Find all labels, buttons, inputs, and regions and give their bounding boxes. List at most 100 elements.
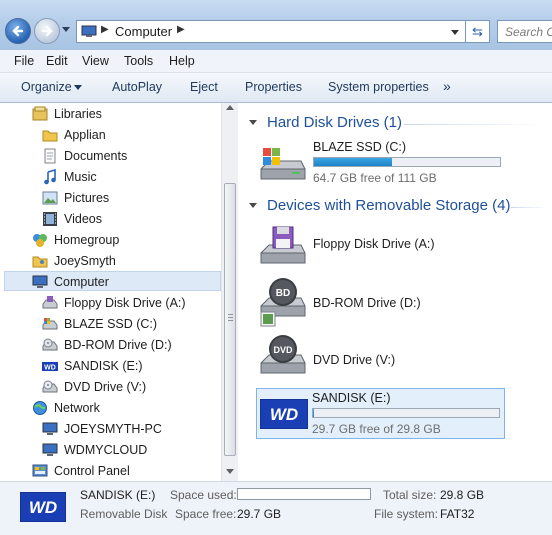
nav-item-label: Music [64, 170, 97, 184]
total-size-value: 29.8 GB [440, 488, 484, 502]
drive-tile-sandisk[interactable]: WD SANDISK (E:) 29.7 GB free of 29.8 GB [256, 388, 505, 439]
group-divider [511, 207, 547, 208]
windows-drive-icon [42, 316, 58, 332]
nav-item-label: Floppy Disk Drive (A:) [64, 296, 186, 310]
scroll-up-arrow-icon[interactable] [226, 105, 234, 110]
nav-item-applian[interactable]: Applian [42, 125, 106, 145]
nav-item-network[interactable]: Network [32, 398, 100, 418]
search-input[interactable]: Search C [497, 20, 552, 43]
chevron-down-icon[interactable] [74, 85, 82, 90]
nav-item-documents[interactable]: Documents [42, 146, 127, 166]
drive-name: BLAZE SSD (C:) [313, 140, 406, 154]
menu-edit[interactable]: Edit [46, 54, 68, 68]
nav-item-wdmycloud[interactable]: WDMYCLOUD [42, 440, 147, 460]
system-properties-button[interactable]: System properties [328, 80, 429, 94]
nav-item-sandisk[interactable]: WD SANDISK (E:) [42, 356, 143, 376]
nav-item-computer[interactable]: Computer [32, 272, 109, 292]
nav-item-control-panel[interactable]: Control Panel [32, 461, 130, 481]
nav-item-bd-rom[interactable]: BD-ROM Drive (D:) [42, 335, 172, 355]
space-free-label: Space free: [175, 507, 236, 521]
autoplay-button[interactable]: AutoPlay [112, 80, 162, 94]
details-name: SANDISK (E:) [80, 488, 155, 502]
menu-file[interactable]: File [14, 54, 34, 68]
collapse-triangle-icon[interactable] [249, 120, 257, 125]
nav-item-label: BD-ROM Drive (D:) [64, 338, 172, 352]
wd-drive-icon: WD [42, 358, 58, 374]
scrollbar-thumb[interactable] [224, 183, 236, 456]
group-header-hard-disk[interactable]: Hard Disk Drives (1) [249, 114, 402, 131]
nav-item-music[interactable]: Music [42, 167, 97, 187]
nav-scrollbar[interactable] [221, 103, 238, 481]
drive-usage-fill [314, 158, 392, 166]
group-header-removable[interactable]: Devices with Removable Storage (4) [249, 197, 510, 214]
svg-text:DVD: DVD [273, 345, 293, 355]
nav-item-dvd[interactable]: DVD Drive (V:) [42, 377, 146, 397]
breadcrumb-computer[interactable]: Computer [115, 24, 172, 39]
navigation-pane: Libraries Applian Documents Music Pictur… [0, 103, 238, 481]
organize-button[interactable]: Organize [21, 80, 72, 94]
address-box[interactable]: ▶ Computer ▶ [76, 20, 466, 43]
nav-item-label: DVD Drive (V:) [64, 380, 146, 394]
computer-icon [42, 421, 58, 437]
group-title: Hard Disk Drives (1) [267, 114, 402, 131]
floppy-drive-icon [42, 295, 58, 311]
pictures-icon [42, 190, 58, 206]
group-title: Devices with Removable Storage (4) [267, 197, 510, 214]
svg-text:WD: WD [44, 365, 56, 372]
drive-name: Floppy Disk Drive (A:) [313, 237, 435, 251]
nav-item-label: Videos [64, 212, 102, 226]
menu-help[interactable]: Help [169, 54, 195, 68]
dvd-drive-icon [42, 379, 58, 395]
nav-item-libraries[interactable]: Libraries [32, 104, 102, 124]
more-commands-button[interactable]: » [443, 78, 451, 94]
details-pane: WD SANDISK (E:) Removable Disk Space use… [0, 481, 552, 535]
nav-item-videos[interactable]: Videos [42, 209, 102, 229]
drive-tile-bd-rom[interactable]: BD BD-ROM Drive (D:) [259, 276, 529, 328]
nav-item-homegroup[interactable]: Homegroup [32, 230, 119, 250]
refresh-icon: ⇆ [472, 24, 483, 39]
refresh-button[interactable]: ⇆ [466, 20, 490, 43]
breadcrumb-separator[interactable]: ▶ [101, 24, 109, 35]
nav-item-joeysmyth[interactable]: JoeySmyth [32, 251, 116, 271]
nav-item-label: Applian [64, 128, 106, 142]
control-panel-icon [32, 463, 48, 479]
wd-drive-icon: WD [260, 399, 308, 429]
drive-name: BD-ROM Drive (D:) [313, 296, 421, 310]
eject-button[interactable]: Eject [190, 80, 218, 94]
folder-icon [42, 127, 58, 143]
properties-button[interactable]: Properties [245, 80, 302, 94]
drive-tile-floppy[interactable]: Floppy Disk Drive (A:) [259, 221, 529, 269]
collapse-triangle-icon[interactable] [249, 203, 257, 208]
wd-drive-icon: WD [20, 492, 66, 522]
drive-name: DVD Drive (V:) [313, 353, 395, 367]
breadcrumb-separator[interactable]: ▶ [177, 24, 185, 35]
nav-item-joeysmyth-pc[interactable]: JOEYSMYTH-PC [42, 419, 162, 439]
menu-view[interactable]: View [82, 54, 109, 68]
nav-item-pictures[interactable]: Pictures [42, 188, 109, 208]
svg-text:WD: WD [29, 498, 57, 517]
dvd-drive-icon: DVD [259, 333, 307, 381]
group-divider [404, 124, 544, 125]
file-system-label: File system: [374, 507, 438, 521]
drive-tile-dvd[interactable]: DVD DVD Drive (V:) [259, 333, 529, 383]
computer-icon [32, 274, 48, 290]
chevron-down-icon[interactable] [451, 30, 459, 35]
nav-item-floppy[interactable]: Floppy Disk Drive (A:) [42, 293, 186, 313]
forward-button[interactable] [34, 18, 60, 44]
computer-icon [42, 442, 58, 458]
arrow-right-icon [39, 23, 55, 39]
drive-tile-blaze-ssd[interactable]: BLAZE SSD (C:) 64.7 GB free of 111 GB [259, 139, 529, 185]
homegroup-icon [32, 232, 48, 248]
nav-item-label: Network [54, 401, 100, 415]
menu-tools[interactable]: Tools [124, 54, 153, 68]
svg-text:WD: WD [270, 405, 298, 424]
scroll-down-arrow-icon[interactable] [226, 469, 234, 474]
back-button[interactable] [5, 18, 31, 44]
computer-icon [81, 25, 97, 38]
menu-bar: File Edit View Tools Help [0, 50, 552, 73]
nav-item-blaze-ssd[interactable]: BLAZE SSD (C:) [42, 314, 157, 334]
libraries-icon [32, 106, 48, 122]
command-toolbar: Organize AutoPlay Eject Properties Syste… [0, 73, 552, 103]
recent-pages-dropdown[interactable] [62, 27, 70, 32]
documents-icon [42, 148, 58, 164]
